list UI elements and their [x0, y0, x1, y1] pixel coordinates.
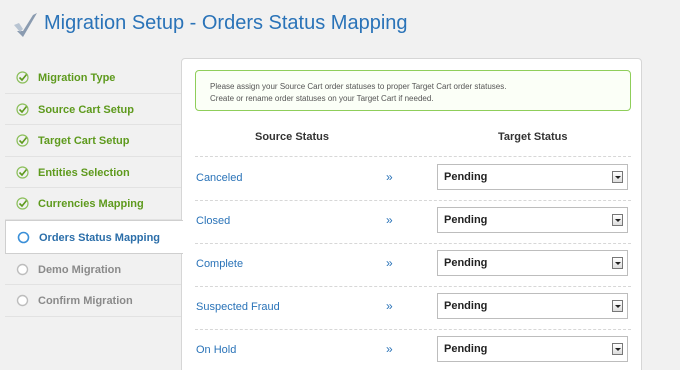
source-status: Complete: [196, 258, 244, 270]
step-migration-type[interactable]: Migration Type: [5, 62, 182, 94]
source-status-header: Source Status: [255, 131, 329, 143]
target-status-value: Pending: [444, 171, 488, 183]
source-status: Closed: [196, 215, 231, 227]
mapping-arrow: »: [386, 213, 393, 227]
mapping-row: Complete » Pending: [182, 243, 643, 286]
mapping-arrow: »: [386, 299, 393, 313]
step-confirm-migration[interactable]: Confirm Migration: [5, 285, 182, 317]
mapping-row: Canceled » Pending: [182, 157, 643, 200]
app-logo-icon: [14, 13, 37, 37]
pending-step-circle-icon: [16, 294, 29, 307]
target-status-select[interactable]: Pending: [437, 336, 628, 362]
dropdown-arrow-icon[interactable]: [612, 214, 623, 226]
mapping-arrow: »: [386, 170, 393, 184]
source-status: On Hold: [196, 344, 237, 356]
check-circle-icon: [16, 134, 29, 147]
header: Migration Setup - Orders Status Mapping: [0, 0, 680, 55]
target-status-value: Pending: [444, 214, 488, 226]
step-source-cart-setup[interactable]: Source Cart Setup: [5, 94, 182, 125]
target-status-header: Target Status: [498, 131, 568, 143]
pending-step-circle-icon: [16, 263, 29, 275]
step-label: Demo Migration: [38, 263, 122, 276]
mapping-row: Suspected Fraud » Pending: [182, 286, 643, 329]
step-target-cart-setup[interactable]: Target Cart Setup: [5, 125, 182, 157]
step-entities-selection[interactable]: Entities Selection: [5, 157, 182, 188]
step-label: Orders Status Mapping: [39, 231, 161, 244]
step-demo-migration[interactable]: Demo Migration: [5, 254, 182, 285]
source-status: Suspected Fraud: [196, 301, 280, 313]
dropdown-arrow-icon[interactable]: [612, 171, 623, 183]
check-circle-icon: [16, 102, 29, 116]
step-label: Source Cart Setup: [38, 103, 134, 116]
target-status-select[interactable]: Pending: [437, 164, 628, 190]
step-label: Confirm Migration: [38, 295, 133, 307]
wizard-steps-sidebar: Migration Type Source Cart Setup Target …: [5, 62, 183, 317]
check-circle-icon: [16, 197, 29, 210]
instruction-notice: Please assign your Source Cart order sta…: [195, 70, 631, 111]
mapping-arrow: »: [386, 256, 393, 270]
current-step-circle-icon: [17, 231, 30, 243]
dropdown-arrow-icon[interactable]: [612, 300, 623, 312]
source-status: Canceled: [196, 172, 243, 184]
check-circle-icon: [16, 71, 29, 84]
target-status-value: Pending: [444, 257, 488, 269]
mapping-row: Closed » Pending: [182, 200, 643, 243]
mapping-panel: Please assign your Source Cart order sta…: [181, 58, 642, 370]
mapping-arrow: »: [386, 342, 393, 356]
step-label: Entities Selection: [38, 166, 130, 179]
step-label: Currencies Mapping: [38, 198, 144, 210]
target-status-select[interactable]: Pending: [437, 207, 628, 233]
target-status-value: Pending: [444, 300, 488, 312]
target-status-select[interactable]: Pending: [437, 293, 628, 319]
step-orders-status-mapping[interactable]: Orders Status Mapping: [5, 219, 183, 254]
step-label: Migration Type: [38, 72, 116, 84]
check-circle-icon: [16, 165, 29, 179]
step-currencies-mapping[interactable]: Currencies Mapping: [5, 188, 182, 220]
page-title: Migration Setup - Orders Status Mapping: [44, 12, 408, 34]
mapping-row: On Hold » Pending: [182, 329, 643, 370]
dropdown-arrow-icon[interactable]: [612, 343, 623, 355]
notice-line-1: Please assign your Source Cart order sta…: [210, 82, 507, 91]
target-status-select[interactable]: Pending: [437, 250, 628, 276]
dropdown-arrow-icon[interactable]: [612, 257, 623, 269]
target-status-value: Pending: [444, 343, 488, 355]
notice-line-2: Create or rename order statuses on your …: [210, 94, 434, 103]
step-label: Target Cart Setup: [38, 135, 130, 147]
